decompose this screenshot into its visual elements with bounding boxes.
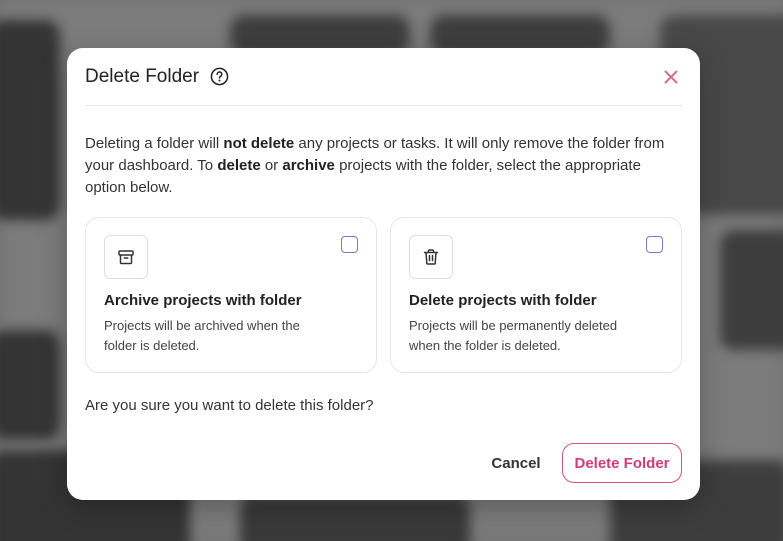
delete-option-title: Delete projects with folder xyxy=(409,292,597,309)
dialog-header: Delete Folder xyxy=(85,48,682,106)
delete-folder-dialog: Delete Folder Deleting a folder will not… xyxy=(67,48,700,500)
delete-option-card[interactable]: Delete projects with folder Projects wil… xyxy=(390,217,682,373)
help-circle-icon[interactable] xyxy=(209,67,229,87)
archive-option-checkbox[interactable] xyxy=(341,236,358,253)
archive-option-title: Archive projects with folder xyxy=(104,292,302,309)
delete-option-checkbox[interactable] xyxy=(646,236,663,253)
confirm-question: Are you sure you want to delete this fol… xyxy=(85,397,374,414)
archive-option-description: Projects will be archived when the folde… xyxy=(104,318,300,353)
dialog-description: Deleting a folder will not delete any pr… xyxy=(85,135,665,196)
dialog-title: Delete Folder xyxy=(85,65,200,87)
delete-folder-button[interactable]: Delete Folder xyxy=(562,443,682,483)
close-icon[interactable] xyxy=(660,66,682,88)
trash-icon xyxy=(409,235,453,279)
archive-icon xyxy=(104,235,148,279)
delete-option-description: Projects will be permanently deleted whe… xyxy=(409,318,618,353)
archive-option-card[interactable]: Archive projects with folder Projects wi… xyxy=(85,217,377,373)
cancel-button[interactable]: Cancel xyxy=(481,443,551,483)
